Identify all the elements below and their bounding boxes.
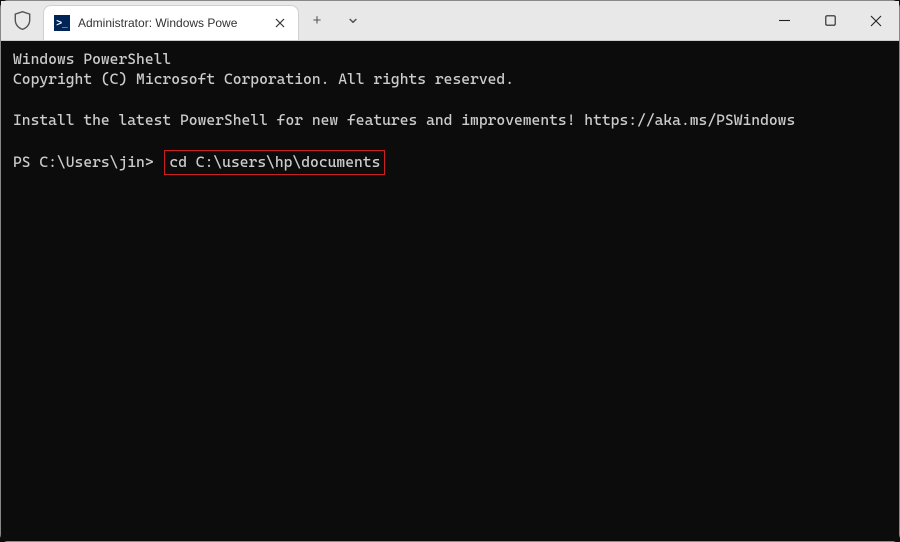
maximize-button[interactable]: [807, 1, 853, 41]
blank-line: [13, 90, 887, 110]
prompt-line: PS C:\Users\jin> cd C:\users\hp\document…: [13, 150, 887, 174]
window-controls: [761, 1, 899, 40]
powershell-icon-glyph: >_: [56, 18, 67, 29]
minimize-button[interactable]: [761, 1, 807, 41]
close-button[interactable]: [853, 1, 899, 41]
powershell-icon: >_: [54, 15, 70, 31]
terminal-line-2: Copyright (C) Microsoft Corporation. All…: [13, 69, 887, 89]
terminal-line-3: Install the latest PowerShell for new fe…: [13, 110, 887, 130]
shield-icon: [1, 1, 43, 40]
titlebar: >_ Administrator: Windows Powe + ⌄: [1, 1, 899, 41]
prompt-prefix: PS C:\Users\jin>: [13, 152, 162, 172]
tab-title: Administrator: Windows Powe: [78, 16, 264, 30]
new-tab-button[interactable]: +: [299, 1, 335, 41]
tab-actions: + ⌄: [299, 1, 371, 40]
tab-close-button[interactable]: [272, 15, 288, 31]
terminal-line-1: Windows PowerShell: [13, 49, 887, 69]
tab-powershell[interactable]: >_ Administrator: Windows Powe: [43, 5, 299, 40]
terminal-area[interactable]: Windows PowerShell Copyright (C) Microso…: [1, 41, 899, 541]
titlebar-drag-area[interactable]: [371, 1, 761, 40]
blank-line: [13, 130, 887, 150]
tab-dropdown-button[interactable]: ⌄: [335, 0, 371, 38]
command-input[interactable]: cd C:\users\hp\documents: [164, 150, 385, 174]
